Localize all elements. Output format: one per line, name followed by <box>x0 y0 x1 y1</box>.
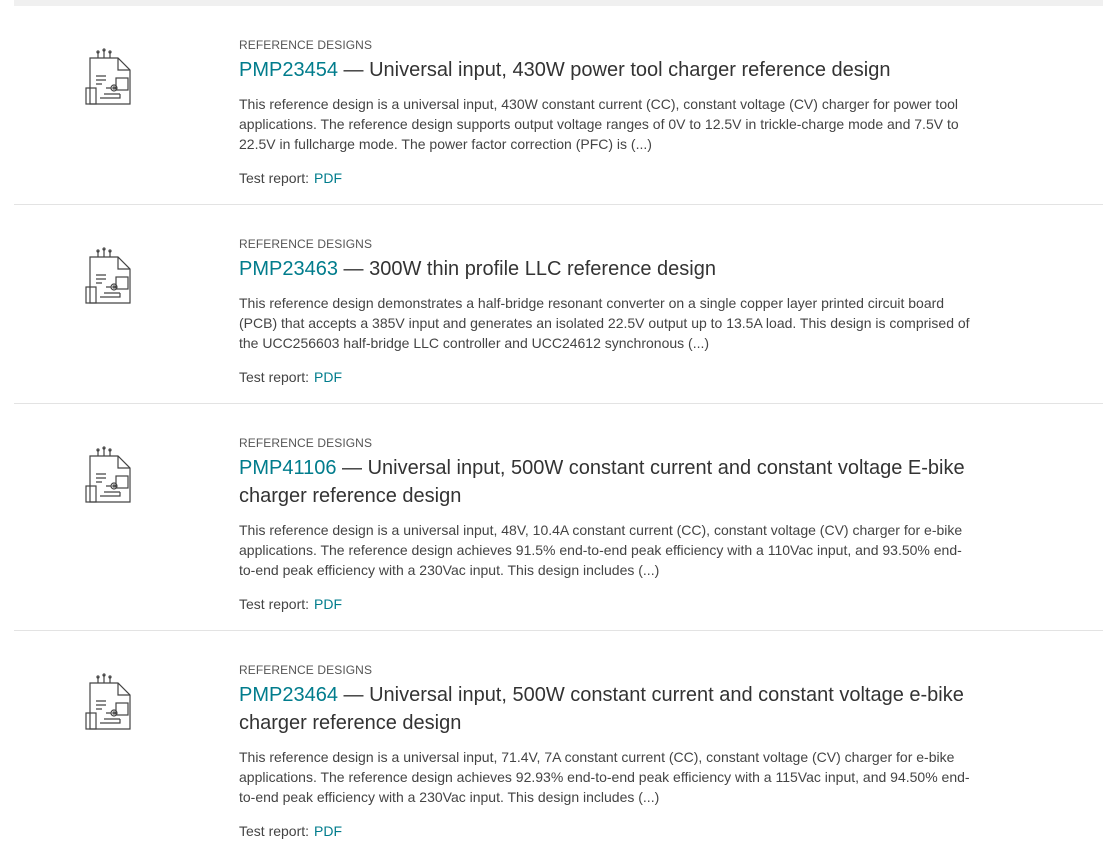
result-title-text: — Universal input, 500W constant current… <box>239 457 965 507</box>
result-card: REFERENCE DESIGNS PMP23464 — Universal i… <box>14 631 1103 857</box>
reference-design-icon[interactable] <box>84 48 140 108</box>
test-report-label: Test report: <box>239 823 310 839</box>
result-description: This reference design demonstrates a hal… <box>239 295 970 351</box>
reference-design-icon[interactable] <box>84 446 140 506</box>
test-report-pdf-link[interactable]: PDF <box>314 170 342 186</box>
result-title: PMP23463 — 300W thin profile LLC referen… <box>239 255 969 283</box>
result-description: This reference design is a universal inp… <box>239 96 959 152</box>
result-category: REFERENCE DESIGNS <box>239 237 373 251</box>
result-part-number-link[interactable]: PMP41106 <box>239 457 336 479</box>
result-title: PMP23464 — Universal input, 500W constan… <box>239 681 969 737</box>
test-report-label: Test report: <box>239 596 310 612</box>
test-report-row: Test report: PDF <box>239 821 1103 841</box>
test-report-pdf-link[interactable]: PDF <box>314 596 342 612</box>
result-title-text: — Universal input, 500W constant current… <box>239 684 964 734</box>
result-part-number-link[interactable]: PMP23454 <box>239 59 338 81</box>
result-part-number-link[interactable]: PMP23464 <box>239 684 338 706</box>
reference-design-icon[interactable] <box>84 673 140 733</box>
result-description: This reference design is a universal inp… <box>239 522 963 578</box>
test-report-label: Test report: <box>239 170 310 186</box>
result-card: REFERENCE DESIGNS PMP23463 — 300W thin p… <box>14 205 1103 404</box>
result-category: REFERENCE DESIGNS <box>239 38 373 52</box>
test-report-pdf-link[interactable]: PDF <box>314 823 342 839</box>
test-report-row: Test report: PDF <box>239 168 1103 188</box>
result-title: PMP23454 — Universal input, 430W power t… <box>239 56 969 84</box>
result-part-number-link[interactable]: PMP23463 <box>239 258 338 280</box>
test-report-pdf-link[interactable]: PDF <box>314 369 342 385</box>
test-report-row: Test report: PDF <box>239 367 1103 387</box>
test-report-row: Test report: PDF <box>239 594 1103 614</box>
result-title-text: — 300W thin profile LLC reference design <box>337 258 716 280</box>
test-report-label: Test report: <box>239 369 310 385</box>
results-list: REFERENCE DESIGNS PMP23454 — Universal i… <box>14 6 1103 857</box>
result-description: This reference design is a universal inp… <box>239 749 970 805</box>
result-title-text: — Universal input, 430W power tool charg… <box>337 59 891 81</box>
result-category: REFERENCE DESIGNS <box>239 663 373 677</box>
result-category: REFERENCE DESIGNS <box>239 436 373 450</box>
reference-design-icon[interactable] <box>84 247 140 307</box>
result-card: REFERENCE DESIGNS PMP41106 — Universal i… <box>14 404 1103 631</box>
result-card: REFERENCE DESIGNS PMP23454 — Universal i… <box>14 6 1103 205</box>
result-title: PMP41106 — Universal input, 500W constan… <box>239 454 969 510</box>
